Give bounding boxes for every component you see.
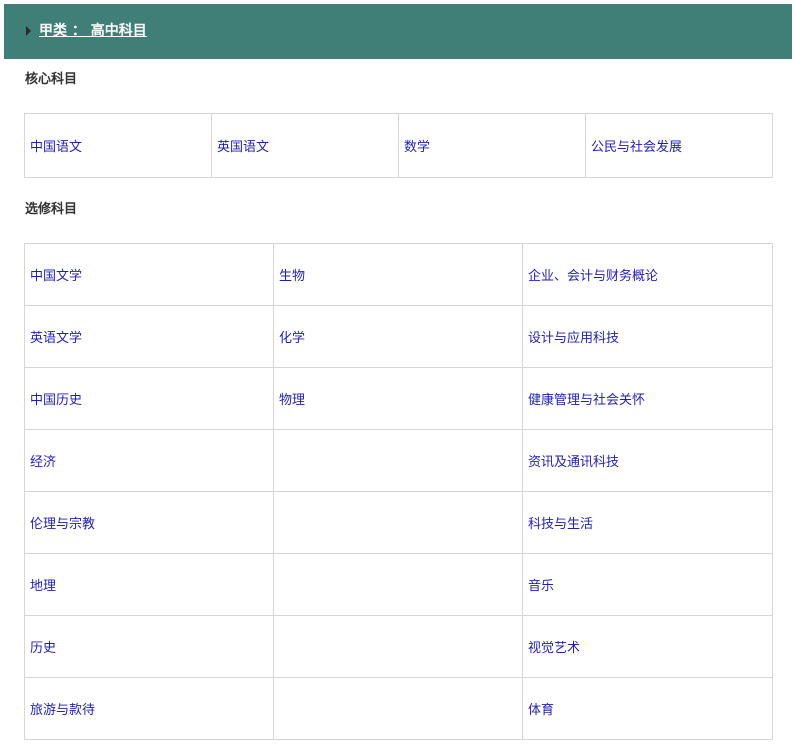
table-cell: 音乐 xyxy=(522,553,773,616)
subject-link[interactable]: 健康管理与社会关怀 xyxy=(528,393,645,408)
table-cell: 地理 xyxy=(24,553,274,616)
subject-link[interactable]: 地理 xyxy=(30,579,56,594)
subject-link[interactable]: 旅游与款待 xyxy=(30,703,95,718)
table-cell xyxy=(273,553,523,616)
table-cell: 伦理与宗教 xyxy=(24,491,274,554)
table-cell xyxy=(273,615,523,678)
subject-link[interactable]: 伦理与宗教 xyxy=(30,517,95,532)
table-row: 地理 音乐 xyxy=(24,553,773,616)
table-cell: 设计与应用科技 xyxy=(522,305,773,368)
table-cell: 中国文学 xyxy=(24,243,274,306)
table-row: 英语文学 化学 设计与应用科技 xyxy=(24,305,773,368)
page: 甲类 ： 高中科目 核心科目 中国语文 英国语文 数学 公民与社会发展 选修科目 xyxy=(0,0,795,755)
table-row: 旅游与款待 体育 xyxy=(24,677,773,740)
table-row: 经济 资讯及通讯科技 xyxy=(24,429,773,492)
table-cell: 体育 xyxy=(522,677,773,740)
table-cell: 公民与社会发展 xyxy=(585,113,773,178)
table-row: 中国历史 物理 健康管理与社会关怀 xyxy=(24,367,773,430)
subject-link[interactable]: 化学 xyxy=(279,331,305,346)
category-title-link[interactable]: 甲类 ： 高中科目 xyxy=(39,21,147,41)
core-section-title: 核心科目 xyxy=(25,72,78,87)
table-cell: 化学 xyxy=(273,305,523,368)
table-cell: 生物 xyxy=(273,243,523,306)
table-cell xyxy=(273,677,523,740)
table-cell: 旅游与款待 xyxy=(24,677,274,740)
subject-link[interactable]: 科技与生活 xyxy=(528,517,593,532)
subject-link[interactable]: 数学 xyxy=(404,140,430,155)
table-cell: 科技与生活 xyxy=(522,491,773,554)
elective-section-title: 选修科目 xyxy=(25,202,78,217)
subject-link[interactable]: 公民与社会发展 xyxy=(591,140,682,155)
core-subjects-table: 中国语文 英国语文 数学 公民与社会发展 xyxy=(24,113,773,178)
table-cell: 英语文学 xyxy=(24,305,274,368)
table-cell: 历史 xyxy=(24,615,274,678)
subject-link[interactable]: 英语文学 xyxy=(30,331,82,346)
table-row: 伦理与宗教 科技与生活 xyxy=(24,491,773,554)
table-cell: 物理 xyxy=(273,367,523,430)
table-cell: 英国语文 xyxy=(211,113,399,178)
subject-link[interactable]: 生物 xyxy=(279,269,305,284)
subject-link[interactable]: 企业、会计与财务概论 xyxy=(528,269,658,284)
subject-link[interactable]: 物理 xyxy=(279,393,305,408)
table-row: 历史 视觉艺术 xyxy=(24,615,773,678)
table-cell: 中国历史 xyxy=(24,367,274,430)
category-header: 甲类 ： 高中科目 xyxy=(4,4,792,59)
subject-link[interactable]: 视觉艺术 xyxy=(528,641,580,656)
subject-link[interactable]: 经济 xyxy=(30,455,56,470)
subject-link[interactable]: 资讯及通讯科技 xyxy=(528,455,619,470)
elective-subjects-table: 中国文学 生物 企业、会计与财务概论 英语文学 化学 设计与应用科技 中国历史 … xyxy=(24,243,773,740)
subject-link[interactable]: 英国语文 xyxy=(217,140,269,155)
table-row: 中国文学 生物 企业、会计与财务概论 xyxy=(24,243,773,306)
table-cell: 数学 xyxy=(398,113,586,178)
table-cell: 经济 xyxy=(24,429,274,492)
subject-link[interactable]: 音乐 xyxy=(528,579,554,594)
table-cell: 企业、会计与财务概论 xyxy=(522,243,773,306)
table-cell: 资讯及通讯科技 xyxy=(522,429,773,492)
subject-link[interactable]: 历史 xyxy=(30,641,56,656)
triangle-right-icon xyxy=(26,26,31,36)
subject-link[interactable]: 体育 xyxy=(528,703,554,718)
table-cell: 健康管理与社会关怀 xyxy=(522,367,773,430)
subject-link[interactable]: 中国文学 xyxy=(30,269,82,284)
table-cell xyxy=(273,429,523,492)
subject-link[interactable]: 中国历史 xyxy=(30,393,82,408)
table-cell: 中国语文 xyxy=(24,113,212,178)
subject-link[interactable]: 中国语文 xyxy=(30,140,82,155)
table-cell xyxy=(273,491,523,554)
subject-link[interactable]: 设计与应用科技 xyxy=(528,331,619,346)
table-cell: 视觉艺术 xyxy=(522,615,773,678)
table-row: 中国语文 英国语文 数学 公民与社会发展 xyxy=(24,113,773,178)
